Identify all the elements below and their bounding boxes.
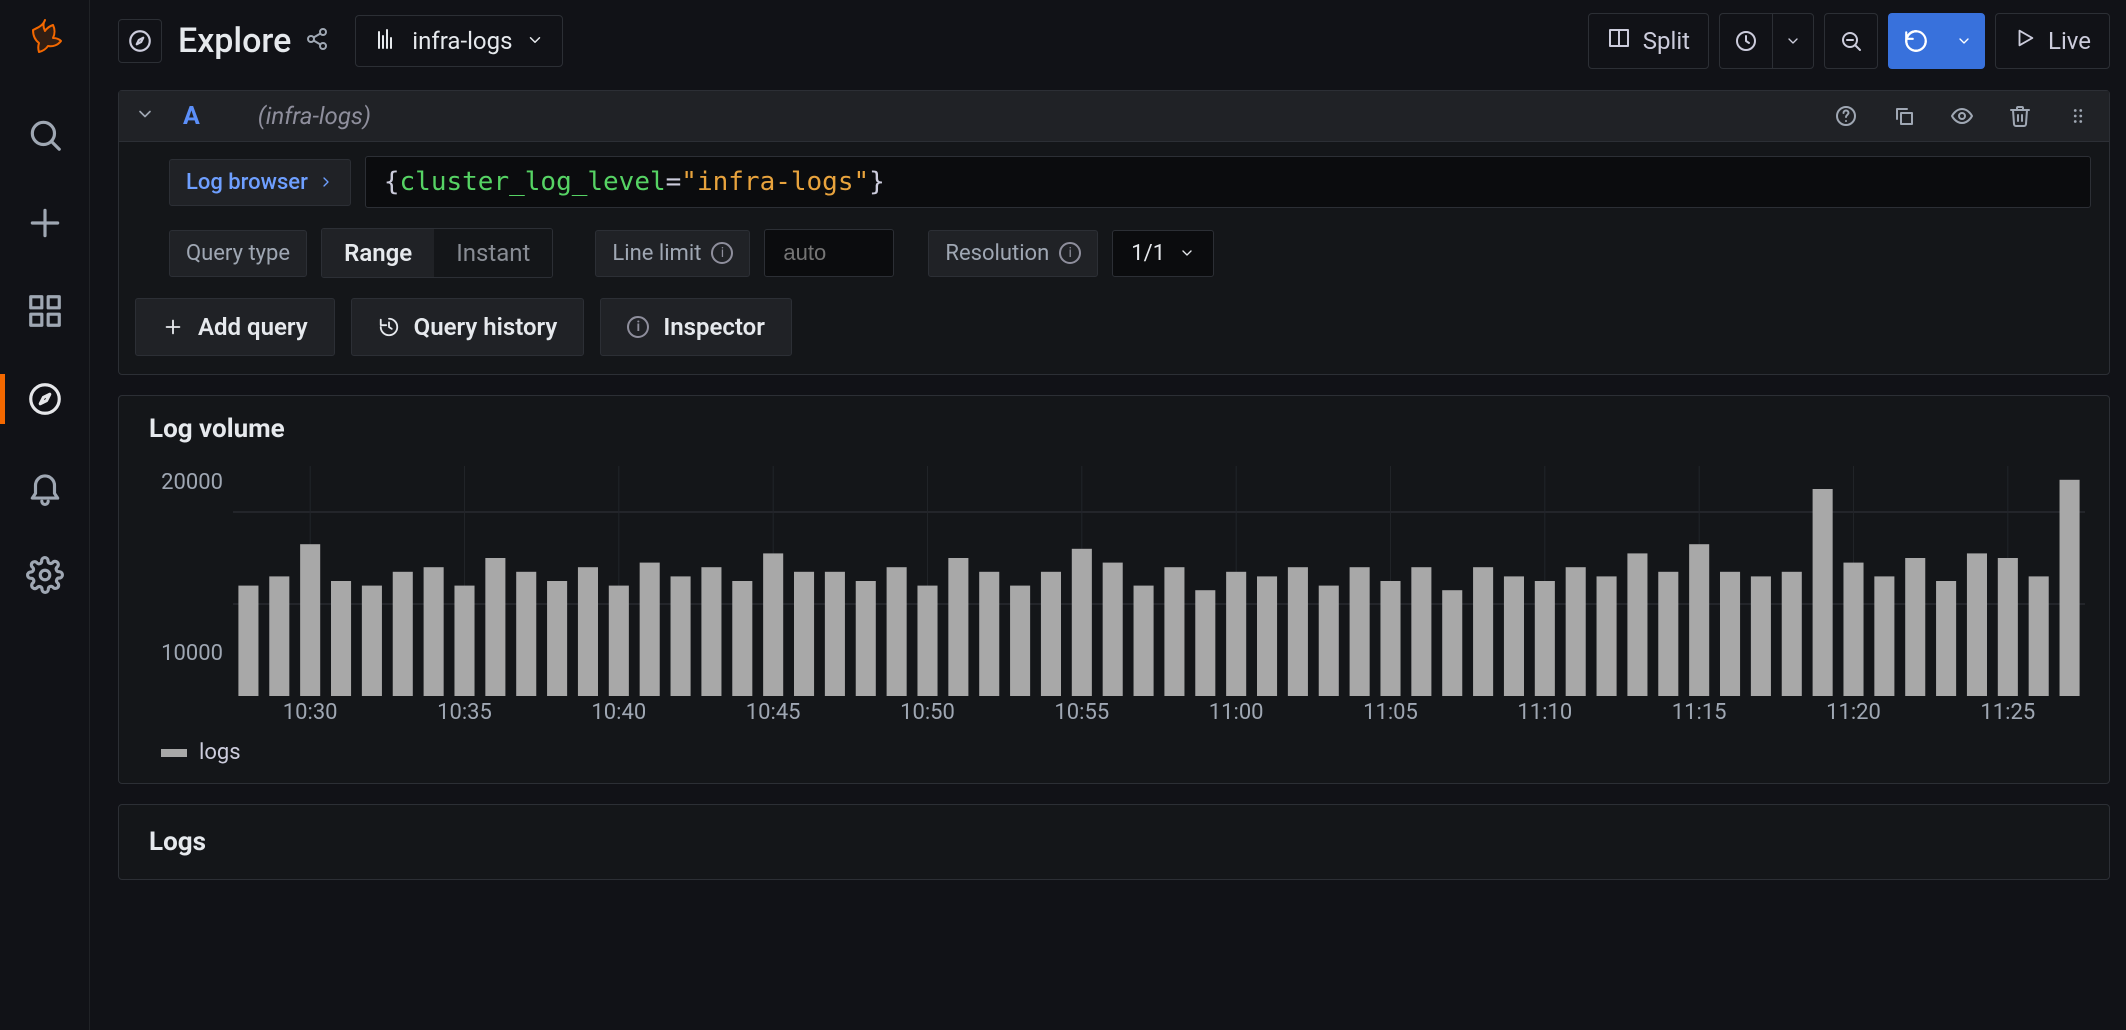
- live-label: Live: [2048, 27, 2091, 55]
- drag-handle-icon[interactable]: [2063, 101, 2093, 131]
- run-query-button[interactable]: [1888, 13, 1943, 69]
- topbar: Explore infra-logs Split: [90, 0, 2126, 82]
- time-range-button[interactable]: [1719, 13, 1772, 69]
- add-query-button[interactable]: Add query: [135, 298, 335, 356]
- query-type-label: Query type: [169, 230, 307, 277]
- grafana-logo[interactable]: [21, 14, 69, 62]
- chevron-down-icon: [526, 27, 544, 55]
- left-navbar: [0, 0, 90, 1030]
- x-axis-labels: 10:3010:3510:4010:4510:5010:5511:0011:05…: [233, 700, 2085, 730]
- nav-settings-icon[interactable]: [24, 554, 66, 596]
- query-history-button[interactable]: Query history: [351, 298, 585, 356]
- logs-title: Logs: [119, 805, 2109, 879]
- query-editor-panel: A (infra-logs) Log browser {cluster_log_…: [118, 90, 2110, 375]
- split-icon: [1607, 26, 1631, 56]
- query-header: A (infra-logs): [119, 91, 2109, 142]
- resolution-label: Resolution i: [928, 230, 1098, 277]
- resolution-select[interactable]: 1/1: [1112, 230, 1214, 277]
- nav-dashboards-icon[interactable]: [24, 290, 66, 332]
- inspector-button[interactable]: i Inspector: [600, 298, 792, 356]
- nav-explore-icon[interactable]: [24, 378, 66, 420]
- nav-search-icon[interactable]: [24, 114, 66, 156]
- nav-create-icon[interactable]: [24, 202, 66, 244]
- query-ref-id: A: [183, 102, 200, 131]
- query-datasource-label: (infra-logs): [258, 102, 371, 130]
- collapse-query-icon[interactable]: [135, 104, 155, 129]
- duplicate-query-icon[interactable]: [1889, 101, 1919, 131]
- split-label: Split: [1643, 27, 1690, 55]
- line-limit-label: Line limit i: [595, 230, 750, 277]
- info-icon: i: [627, 316, 649, 338]
- info-icon[interactable]: i: [711, 242, 733, 264]
- split-button[interactable]: Split: [1588, 13, 1709, 69]
- zoom-out-button[interactable]: [1824, 13, 1878, 69]
- chart-legend[interactable]: logs: [161, 740, 2085, 765]
- log-browser-label: Log browser: [186, 170, 308, 195]
- delete-query-icon[interactable]: [2005, 101, 2035, 131]
- page-title: Explore: [178, 21, 291, 61]
- time-range-dropdown[interactable]: [1772, 13, 1814, 69]
- log-volume-panel: Log volume 20000 10000 10:3010:3510:4010…: [118, 395, 2110, 784]
- query-type-range[interactable]: Range: [322, 229, 434, 277]
- log-volume-title: Log volume: [149, 414, 2085, 444]
- log-volume-chart[interactable]: 20000 10000 10:3010:3510:4010:4510:5010:…: [233, 466, 2085, 696]
- live-button[interactable]: Live: [1995, 13, 2110, 69]
- query-type-instant[interactable]: Instant: [434, 229, 552, 277]
- legend-label: logs: [199, 740, 241, 765]
- nav-alerts-icon[interactable]: [24, 466, 66, 508]
- share-icon[interactable]: [305, 27, 329, 56]
- play-icon: [2014, 27, 2036, 55]
- loki-icon: [374, 26, 398, 56]
- logs-panel: Logs: [118, 804, 2110, 880]
- y-axis-labels: 20000 10000: [143, 466, 223, 666]
- datasource-picker[interactable]: infra-logs: [355, 15, 563, 67]
- run-query-interval-dropdown[interactable]: [1943, 13, 1985, 69]
- toolbar: Split: [1588, 13, 2110, 69]
- explore-icon-button[interactable]: [118, 19, 162, 63]
- toggle-visibility-icon[interactable]: [1947, 101, 1977, 131]
- info-icon[interactable]: i: [1059, 242, 1081, 264]
- query-type-toggle: Range Instant: [321, 228, 553, 278]
- query-expression-input[interactable]: {cluster_log_level="infra-logs"}: [365, 156, 2091, 208]
- datasource-name: infra-logs: [412, 27, 512, 55]
- line-limit-input[interactable]: [764, 229, 894, 277]
- legend-swatch: [161, 749, 187, 757]
- log-browser-button[interactable]: Log browser: [169, 159, 351, 206]
- query-help-icon[interactable]: [1831, 101, 1861, 131]
